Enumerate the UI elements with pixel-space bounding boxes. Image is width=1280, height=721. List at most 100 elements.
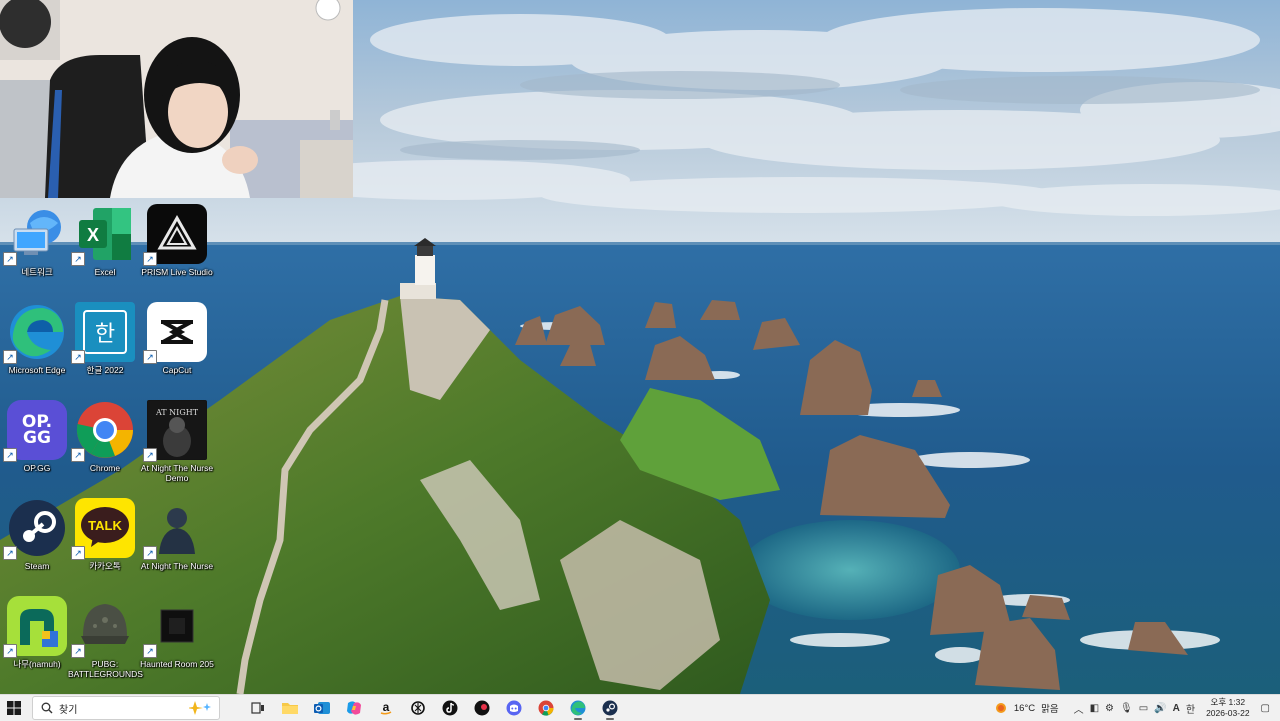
volume-icon[interactable]: 🔊 (1154, 703, 1166, 714)
taskbar-discord[interactable] (498, 695, 530, 721)
desktop-icon-steam[interactable]: ↗ Steam (2, 498, 72, 594)
taskbar-chatgpt[interactable] (402, 695, 434, 721)
taskbar-copilot[interactable] (338, 695, 370, 721)
taskbar-outlook[interactable] (306, 695, 338, 721)
shortcut-arrow-icon: ↗ (143, 644, 157, 658)
taskbar-file-explorer[interactable] (274, 695, 306, 721)
shortcut-arrow-icon: ↗ (143, 448, 157, 462)
opgg-icon: OP. GG ↗ (3, 400, 67, 462)
shortcut-arrow-icon: ↗ (3, 252, 17, 266)
desktop-icon-label: 한글 2022 (86, 365, 124, 375)
shortcut-arrow-icon: ↗ (3, 644, 17, 658)
nurse-icon: ↗ (143, 498, 207, 560)
desktop-icon-at-night-demo[interactable]: AT NIGHT ↗ At Night The Nurse Demo (140, 400, 214, 496)
haunted-room-icon: ↗ (143, 596, 207, 658)
shortcut-arrow-icon: ↗ (71, 350, 85, 364)
shortcut-arrow-icon: ↗ (3, 350, 17, 364)
steam-icon: ↗ (3, 498, 67, 560)
desktop-icon-label: CapCut (162, 365, 192, 375)
desktop-icon-pubg[interactable]: ↗ PUBG: BATTLEGROUNDS (68, 596, 143, 692)
shortcut-arrow-icon: ↗ (3, 448, 17, 462)
taskbar-prism[interactable] (466, 695, 498, 721)
svg-text:a: a (383, 700, 390, 714)
outlook-icon (314, 702, 330, 714)
desktop-icon-at-night-nurse[interactable]: ↗ At Night The Nurse (140, 498, 214, 594)
desktop-icon-hangul[interactable]: 한 ↗ 한글 2022 (70, 302, 140, 398)
language-indicator[interactable]: 한 (1186, 701, 1195, 716)
namuh-icon: ↗ (3, 596, 67, 658)
desktop-icon-chrome[interactable]: ↗ Chrome (70, 400, 140, 496)
desktop-icon-label: At Night The Nurse (140, 561, 214, 571)
taskbar-search-box[interactable]: 찾기 (32, 696, 220, 720)
taskbar-clock[interactable]: 오후 1:32 2026-03-22 (1206, 697, 1249, 719)
clock-date: 2026-03-22 (1206, 708, 1250, 718)
task-view-button[interactable] (242, 695, 274, 721)
shortcut-arrow-icon: ↗ (3, 546, 17, 560)
desktop-icon-label: PRISM Live Studio (141, 267, 213, 277)
taskbar-amazon[interactable]: a (370, 695, 402, 721)
weather-widget[interactable]: 16°C 맑음 (994, 701, 1059, 715)
svg-text:TALK: TALK (88, 518, 122, 533)
discord-icon (506, 700, 522, 716)
prism-icon (474, 700, 490, 716)
taskbar-steam[interactable] (594, 695, 626, 721)
desktop-icon-namuh[interactable]: ↗ 나무(namuh) (2, 596, 72, 692)
desktop-icon-label: PUBG: BATTLEGROUNDS (68, 659, 143, 679)
taskbar-tiktok[interactable] (434, 695, 466, 721)
chrome-icon (538, 700, 554, 716)
desktop-icon-kakaotalk[interactable]: TALK ↗ 카카오톡 (70, 498, 140, 594)
copilot-icon (347, 701, 361, 715)
weather-temp: 16°C (1013, 702, 1036, 714)
webcam-overlay (0, 0, 353, 198)
desktop-icon-label: Microsoft Edge (8, 365, 66, 375)
at-night-icon: AT NIGHT ↗ (143, 400, 207, 462)
desktop-icon-label: Haunted Room 205 (140, 659, 214, 669)
kakaotalk-icon: TALK ↗ (71, 498, 135, 560)
pubg-icon: ↗ (71, 596, 135, 658)
clock-time: 오후 1:32 (1210, 697, 1246, 707)
sun-icon (995, 703, 1006, 713)
taskbar-edge[interactable] (562, 695, 594, 721)
taskbar: 찾기 a 16°C 맑음 ︿ ◧ ⚙ 🎙 ▭ 🔊 A 한 오후 1:32 202… (0, 694, 1280, 721)
chrome-icon: ↗ (71, 400, 135, 462)
edge-icon (570, 700, 586, 716)
ime-mode-indicator[interactable]: A (1173, 703, 1180, 714)
desktop-icon-label: 나무(namuh) (13, 659, 61, 669)
desktop-icon-label: Chrome (89, 463, 121, 473)
prism-icon: ↗ (143, 204, 207, 266)
search-placeholder: 찾기 (59, 704, 78, 716)
chevron-up-icon[interactable]: ︿ (1074, 701, 1084, 716)
network-tray-icon[interactable]: ▭ (1139, 703, 1148, 714)
edge-icon: ↗ (3, 302, 67, 364)
shortcut-arrow-icon: ↗ (71, 448, 85, 462)
shortcut-arrow-icon: ↗ (143, 252, 157, 266)
taskbar-chrome[interactable] (530, 695, 562, 721)
desktop-icon-label: 카카오톡 (89, 561, 121, 571)
weather-condition: 맑음 (1041, 704, 1059, 715)
desktop-icon-network[interactable]: ↗ 네트워크 (2, 204, 72, 300)
shortcut-arrow-icon: ↗ (71, 644, 85, 658)
windows-logo-icon (7, 701, 21, 715)
desktop-icon-capcut[interactable]: ↗ CapCut (142, 302, 212, 398)
start-button[interactable] (0, 695, 28, 721)
desktop-icon-opgg[interactable]: OP. GG ↗ OP.GG (2, 400, 72, 496)
shortcut-arrow-icon: ↗ (143, 546, 157, 560)
steam-icon (602, 700, 618, 716)
microphone-icon[interactable]: 🎙 (1120, 703, 1133, 714)
file-explorer-icon (282, 703, 298, 714)
desktop-icon-prism[interactable]: ↗ PRISM Live Studio (141, 204, 213, 300)
shortcut-arrow-icon: ↗ (143, 350, 157, 364)
svg-text:X: X (87, 225, 99, 245)
excel-icon: X ↗ (71, 204, 135, 266)
desktop-icon-haunted-room[interactable]: ↗ Haunted Room 205 (140, 596, 214, 692)
meet-now-icon[interactable]: ◧ (1090, 703, 1099, 714)
search-icon (41, 702, 53, 714)
desktop-icon-excel[interactable]: X ↗ Excel (70, 204, 140, 300)
notification-icon[interactable]: ▢ (1261, 703, 1270, 714)
desktop-icon-label: 네트워크 (21, 267, 53, 277)
desktop-icon-edge[interactable]: ↗ Microsoft Edge (2, 302, 72, 398)
hangul-icon: 한 ↗ (71, 302, 135, 364)
settings-icon[interactable]: ⚙ (1105, 703, 1114, 714)
desktop-icon-label: At Night The Nurse Demo (140, 463, 214, 483)
system-tray: 16°C 맑음 ︿ ◧ ⚙ 🎙 ▭ 🔊 A 한 오후 1:32 2026-03-… (994, 695, 1280, 721)
